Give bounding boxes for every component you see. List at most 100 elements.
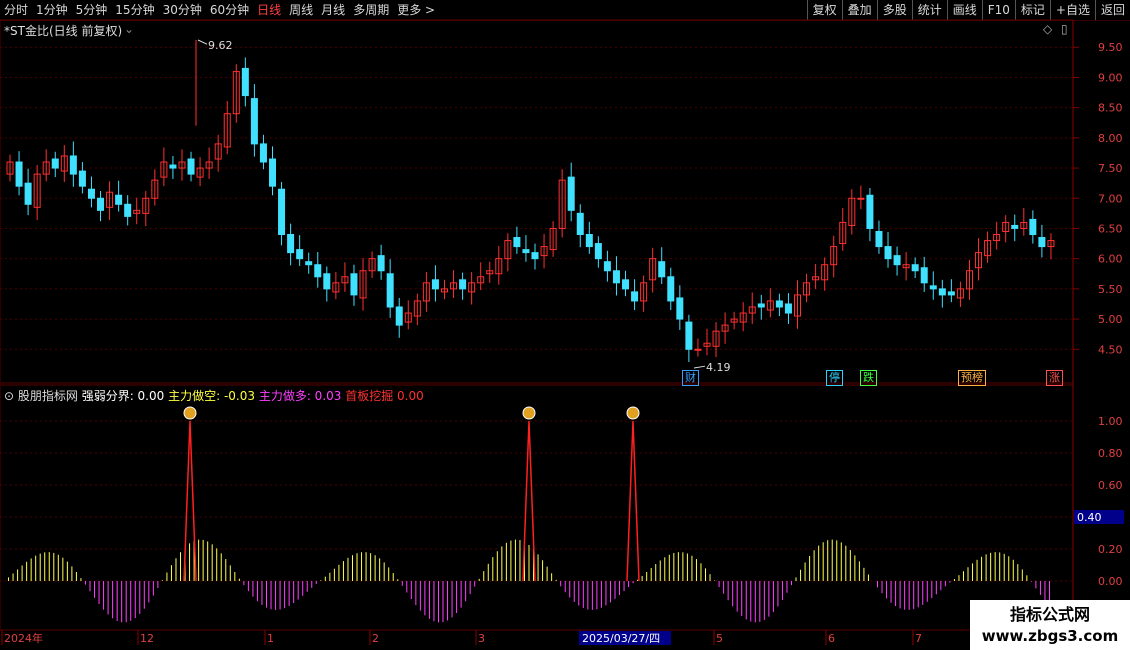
candle-body xyxy=(377,255,385,272)
event-tag-2[interactable]: 跌 xyxy=(860,370,877,386)
candle-body xyxy=(775,300,783,308)
candle-body xyxy=(386,273,394,308)
candle-body xyxy=(169,164,177,169)
indicator-title: ⊙ 股朋指标网 强弱分界: 0.00 主力做空: -0.03 主力做多: 0.0… xyxy=(4,387,424,404)
event-tag-0[interactable]: 财 xyxy=(682,370,699,386)
candle-body xyxy=(1011,224,1019,229)
candle-body xyxy=(314,264,322,278)
watermark-line2: www.zbgs3.com xyxy=(981,627,1119,645)
low-price-label: 4.19 xyxy=(706,361,731,374)
candle-body xyxy=(576,212,584,236)
price-tick-label: 7.00 xyxy=(1098,192,1123,205)
candle-body xyxy=(350,273,358,296)
price-tick-label: 9.50 xyxy=(1098,41,1123,54)
candle-body xyxy=(757,303,765,308)
indicator-tick-label: 0.20 xyxy=(1098,543,1123,556)
x-tick-label: 2025/03/27/四 xyxy=(582,632,660,645)
candle-body xyxy=(585,234,593,248)
price-tick-label: 4.50 xyxy=(1098,343,1123,356)
indicator-tick-label: 0.80 xyxy=(1098,447,1123,460)
price-tick-label: 7.50 xyxy=(1098,162,1123,175)
candle-body xyxy=(513,237,521,248)
event-tag-3[interactable]: 预榜 xyxy=(958,370,986,386)
stock-title: *ST金比(日线 前复权) xyxy=(4,24,123,38)
candle-body xyxy=(866,194,874,229)
indicator-tick-label: 0.60 xyxy=(1098,479,1123,492)
candle-body xyxy=(296,249,304,260)
candle-body xyxy=(658,261,666,278)
indicator-item-0: 强弱分界: 0.00 xyxy=(81,389,169,403)
candle-body xyxy=(305,261,313,266)
candle-body xyxy=(241,67,249,97)
candle-body xyxy=(87,188,95,199)
indicator-name: ⊙ 股朋指标网 xyxy=(4,389,82,403)
candle-body xyxy=(395,306,403,326)
main-panel-frame xyxy=(0,19,1074,384)
price-tick-label: 6.50 xyxy=(1098,222,1123,235)
candle-body xyxy=(893,255,901,266)
chart-canvas[interactable]: 9.50 9.00 8.50 8.00 7.50 7.00 6.50 6.00 5.50 5.00… xyxy=(0,0,1130,650)
candle-body xyxy=(947,291,955,296)
candle-body xyxy=(78,170,86,187)
candle-body xyxy=(51,158,59,169)
candle-body xyxy=(694,348,702,351)
candle-body xyxy=(69,155,77,175)
candle-body xyxy=(567,176,575,211)
x-tick-label: 12 xyxy=(140,632,154,645)
watermark-line1: 指标公式网 xyxy=(1009,605,1090,624)
indicator-panel-frame xyxy=(0,384,1074,631)
settings-icon[interactable]: ▯ xyxy=(1061,22,1068,36)
candle-body xyxy=(631,291,639,302)
x-tick-label: 7 xyxy=(915,632,922,645)
cursor-value-label: 0.40 xyxy=(1077,511,1102,524)
x-tick-label: 1 xyxy=(267,632,274,645)
event-tag-1[interactable]: 停 xyxy=(826,370,843,386)
x-tick-label: 6 xyxy=(828,632,835,645)
candle-body xyxy=(250,98,258,145)
x-tick-label: 2024年 xyxy=(4,631,43,645)
candle-body xyxy=(278,188,286,236)
diamond-icon[interactable]: ◇ xyxy=(1043,22,1052,36)
candle-body xyxy=(884,246,892,260)
candle-body xyxy=(522,249,530,254)
candle-body xyxy=(115,194,123,205)
candle-body xyxy=(929,285,937,290)
money-bag-icon xyxy=(183,406,197,420)
indicator-item-1: 主力做空: -0.03 xyxy=(168,389,259,403)
candle-body xyxy=(1038,237,1046,248)
candle-body xyxy=(1029,218,1037,236)
high-pointer xyxy=(197,39,208,45)
price-tick-label: 6.00 xyxy=(1098,253,1123,266)
candle-body xyxy=(187,158,195,175)
price-tick-label: 9.00 xyxy=(1098,71,1123,84)
candle-body xyxy=(667,276,675,302)
candle-body xyxy=(431,279,439,290)
candle-body xyxy=(911,264,919,272)
watermark-logo: 指标公式网 www.zbgs3.com xyxy=(970,600,1130,650)
price-tick-label: 8.00 xyxy=(1098,132,1123,145)
x-tick-label: 3 xyxy=(478,632,485,645)
candle-body xyxy=(531,252,539,260)
candle-body xyxy=(259,143,267,163)
indicator-item-2: 主力做多: 0.03 xyxy=(258,389,346,403)
chevron-down-icon[interactable]: ⌄ xyxy=(124,22,134,36)
candle-body xyxy=(612,270,620,284)
indicator-tick-label: 0.00 xyxy=(1098,575,1123,588)
candle-body xyxy=(594,243,602,260)
candle-body xyxy=(323,273,331,290)
candle-body xyxy=(459,279,467,290)
low-pointer xyxy=(693,365,706,369)
candle-body xyxy=(287,234,295,254)
candle-body xyxy=(603,261,611,272)
price-tick-label: 8.50 xyxy=(1098,102,1123,115)
oscillator-series xyxy=(8,406,1050,623)
money-bag-icon xyxy=(626,406,640,420)
event-tag-4[interactable]: 涨 xyxy=(1046,370,1063,386)
price-tick-label: 5.00 xyxy=(1098,313,1123,326)
candle-body xyxy=(938,288,946,296)
candle-body xyxy=(784,303,792,314)
first-board-spike xyxy=(626,420,640,582)
candle-body xyxy=(97,197,105,211)
x-tick-label: 2 xyxy=(372,632,379,645)
candle-body xyxy=(269,158,276,187)
